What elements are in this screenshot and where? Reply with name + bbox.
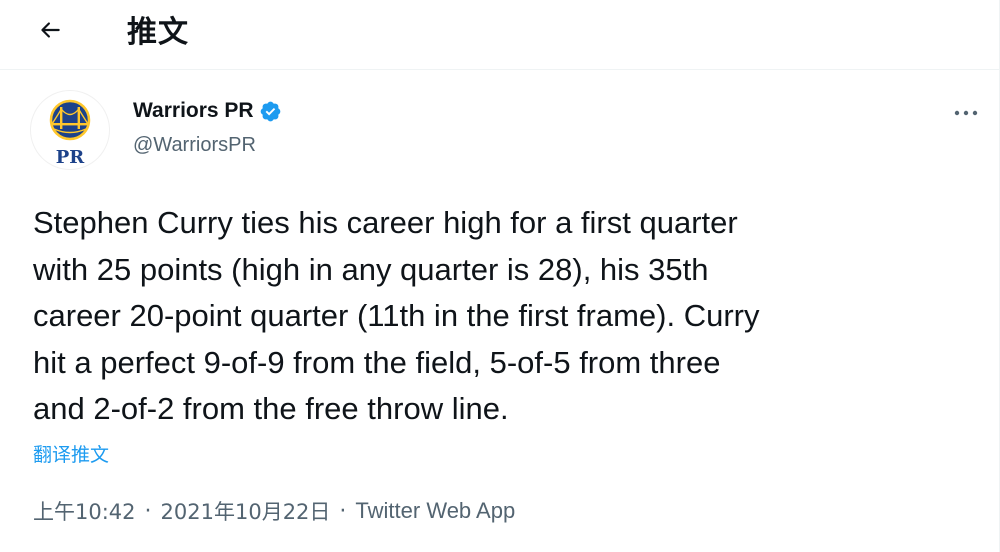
page-title: 推文: [127, 15, 189, 50]
handle[interactable]: @WarriorsPR: [133, 134, 256, 157]
translate-tweet-link[interactable]: 翻译推文: [33, 440, 109, 467]
tweet-source[interactable]: Twitter Web App: [355, 498, 515, 524]
avatar[interactable]: PR: [30, 90, 110, 170]
avatar-badge-text: PR: [56, 147, 86, 168]
more-horizontal-icon: [954, 110, 978, 116]
meta-separator: ·: [144, 498, 152, 524]
more-options-button[interactable]: [946, 96, 986, 130]
tweet-date[interactable]: 2021年10月22日: [161, 496, 331, 526]
display-name[interactable]: Warriors PR: [133, 99, 254, 123]
tweet-time[interactable]: 上午10:42: [33, 496, 136, 526]
tweet-detail-page: 推文 PR Warriors PR @WarriorsPR Stephen Cu…: [0, 0, 1000, 552]
meta-separator: ·: [339, 498, 347, 524]
warriors-logo-icon: PR: [49, 99, 91, 168]
arrow-left-icon: [41, 22, 60, 38]
back-button[interactable]: [28, 8, 72, 52]
top-bar: 推文: [0, 0, 1000, 70]
verified-badge-icon: [260, 101, 280, 121]
tweet-text: Stephen Curry ties his career high for a…: [33, 205, 760, 426]
author-name-row: Warriors PR: [133, 99, 282, 123]
tweet-metadata: 上午10:42 · 2021年10月22日 · Twitter Web App: [33, 496, 515, 526]
